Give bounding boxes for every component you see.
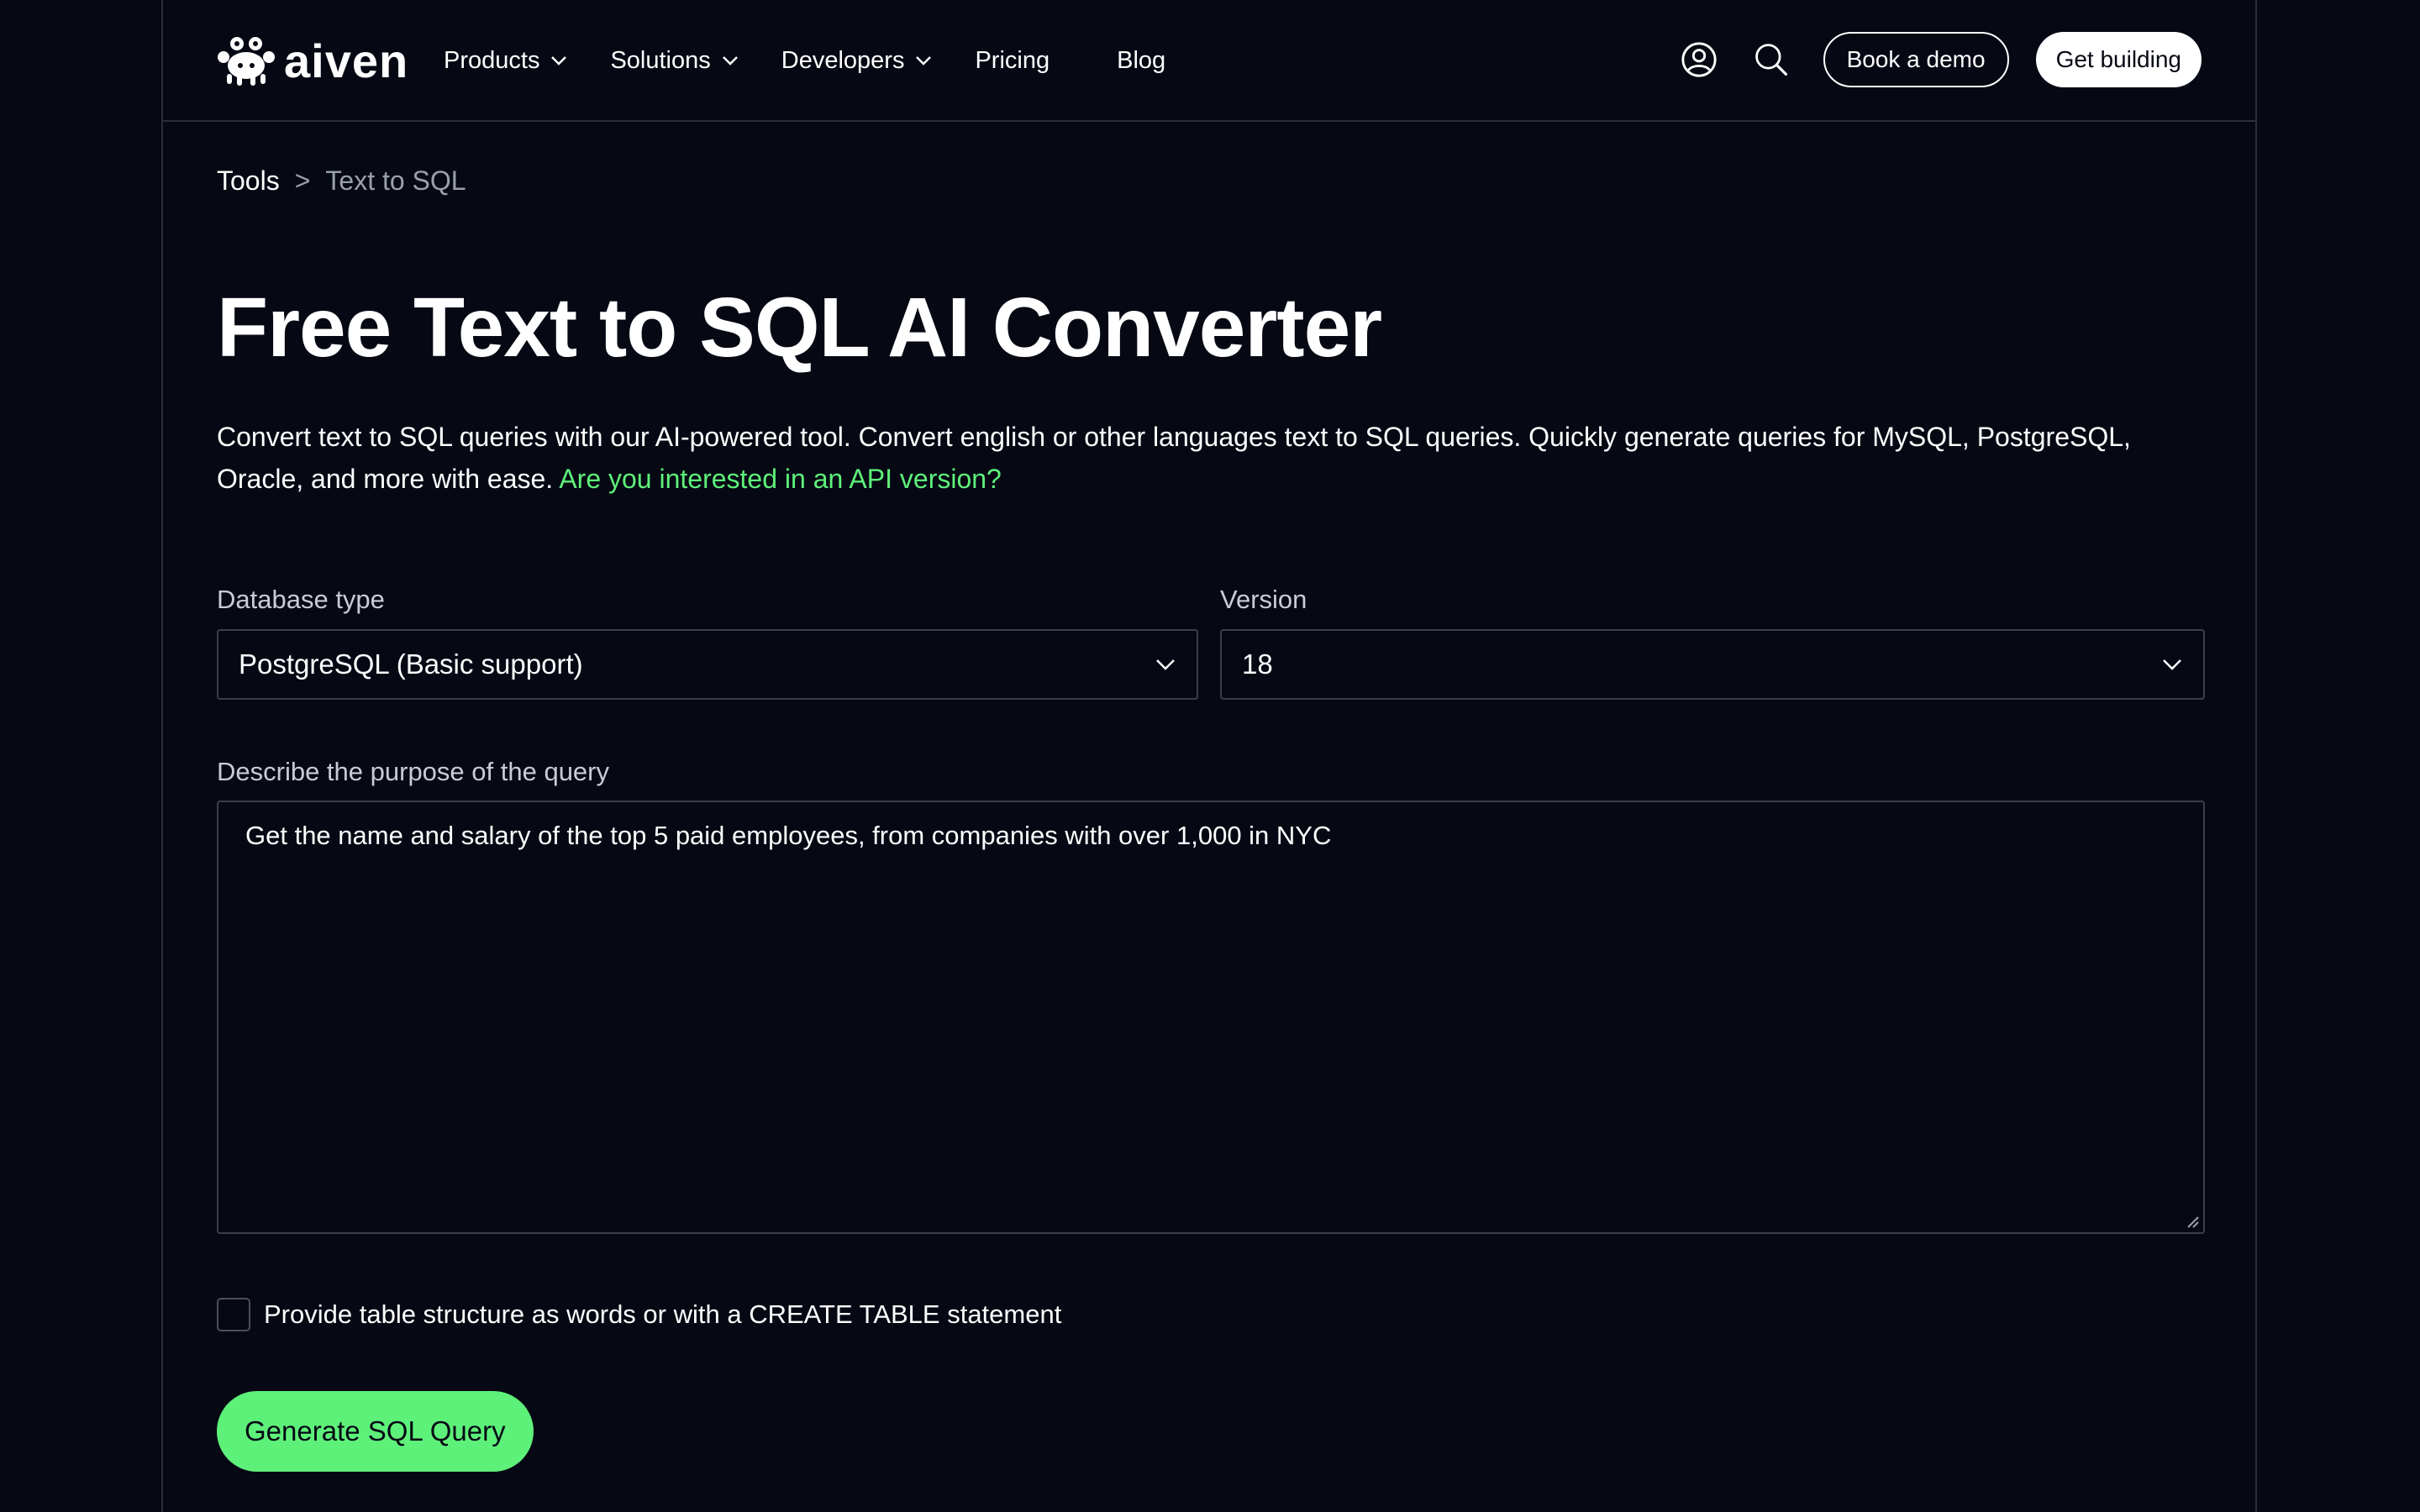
nav-pricing[interactable]: Pricing bbox=[975, 47, 1050, 75]
chevron-down-icon bbox=[551, 56, 567, 66]
purpose-textarea[interactable]: Get the name and salary of the top 5 pai… bbox=[217, 801, 2205, 1234]
nav-products[interactable]: Products bbox=[444, 47, 568, 75]
database-type-label: Database type bbox=[217, 585, 385, 614]
database-type-value: PostgreSQL (Basic support) bbox=[239, 648, 583, 680]
description-text: Convert text to SQL queries with our AI-… bbox=[217, 422, 2131, 494]
database-type-select[interactable]: PostgreSQL (Basic support) bbox=[217, 629, 1198, 700]
user-circle-icon bbox=[1681, 42, 1717, 77]
table-structure-label[interactable]: Provide table structure as words or with… bbox=[264, 1299, 1061, 1330]
aiven-logo[interactable]: aiven bbox=[217, 32, 408, 89]
header-actions: Book a demo Get building bbox=[1679, 32, 2202, 87]
logo-text: aiven bbox=[284, 34, 409, 87]
crab-logo-icon bbox=[218, 37, 275, 86]
nav-solutions[interactable]: Solutions bbox=[610, 47, 739, 75]
nav-label: Products bbox=[444, 46, 540, 74]
book-demo-button[interactable]: Book a demo bbox=[1823, 32, 2009, 87]
purpose-label: Describe the purpose of the query bbox=[217, 757, 609, 786]
breadcrumb-separator: > bbox=[294, 165, 311, 196]
table-structure-checkbox[interactable] bbox=[217, 1298, 250, 1331]
page-description: Convert text to SQL queries with our AI-… bbox=[217, 416, 2205, 500]
table-structure-option: Provide table structure as words or with… bbox=[217, 1298, 1061, 1331]
version-label: Version bbox=[1220, 585, 1307, 614]
api-version-link[interactable]: Are you interested in an API version? bbox=[559, 464, 1002, 494]
version-value: 18 bbox=[1242, 648, 1273, 680]
purpose-value: Get the name and salary of the top 5 pai… bbox=[245, 821, 1332, 850]
nav-blog[interactable]: Blog bbox=[1117, 47, 1165, 75]
nav-label: Solutions bbox=[610, 46, 711, 74]
search-button[interactable] bbox=[1751, 39, 1791, 80]
chevron-down-icon bbox=[722, 56, 738, 66]
nav-label: Pricing bbox=[975, 46, 1050, 74]
page-frame: aiven Products Solutions Developers Pric… bbox=[161, 0, 2257, 1512]
breadcrumb: Tools > Text to SQL bbox=[217, 165, 466, 197]
breadcrumb-tools-link[interactable]: Tools bbox=[217, 165, 280, 197]
version-select[interactable]: 18 bbox=[1220, 629, 2205, 700]
main-nav: Products Solutions Developers Pricing Bl… bbox=[444, 37, 1233, 84]
resize-grip-icon[interactable] bbox=[2185, 1214, 2200, 1229]
chevron-down-icon bbox=[2163, 659, 2181, 670]
nav-developers[interactable]: Developers bbox=[781, 47, 934, 75]
chevron-down-icon bbox=[916, 56, 932, 66]
breadcrumb-current: Text to SQL bbox=[325, 165, 466, 196]
get-building-button[interactable]: Get building bbox=[2035, 32, 2202, 87]
site-header: aiven Products Solutions Developers Pric… bbox=[163, 0, 2255, 122]
generate-sql-button[interactable]: Generate SQL Query bbox=[217, 1391, 534, 1472]
search-icon bbox=[1754, 44, 1787, 76]
chevron-down-icon bbox=[1156, 659, 1175, 670]
page-title: Free Text to SQL AI Converter bbox=[217, 281, 1382, 375]
nav-label: Developers bbox=[781, 46, 905, 74]
nav-label: Blog bbox=[1117, 46, 1166, 74]
account-button[interactable] bbox=[1679, 39, 1719, 80]
